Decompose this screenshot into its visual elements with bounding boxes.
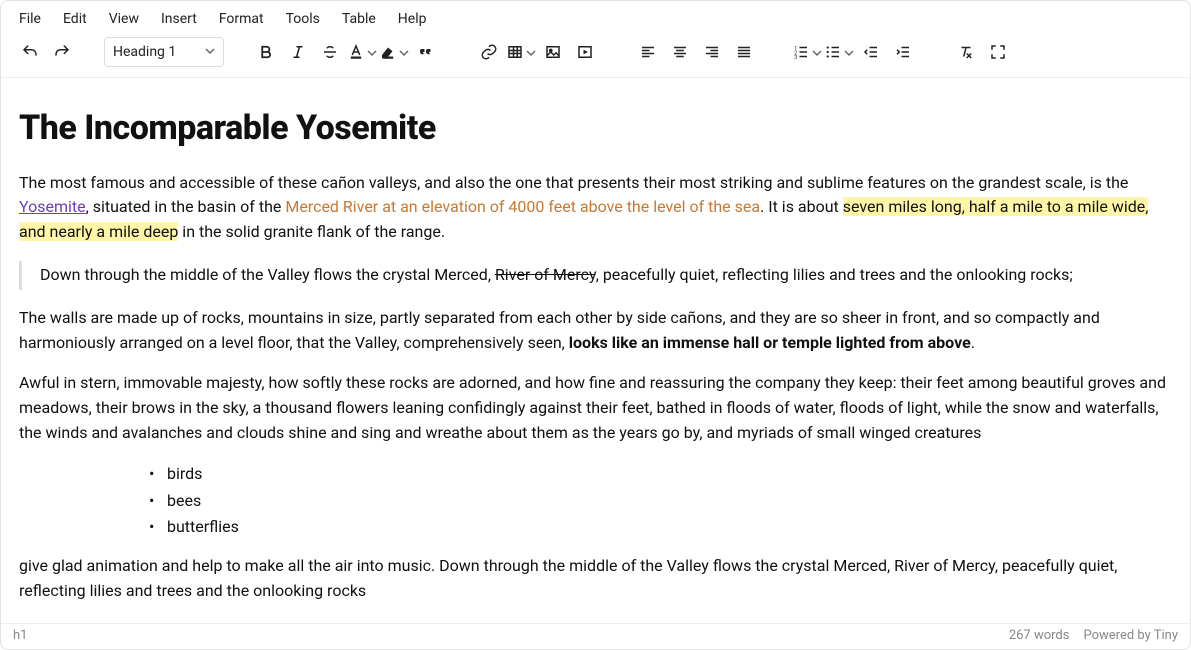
chevron-down-icon xyxy=(367,43,377,62)
toolbar: Heading 1 xyxy=(1,33,1190,78)
undo-icon xyxy=(21,43,39,61)
clear-formatting-icon xyxy=(957,43,975,61)
align-right-icon xyxy=(703,43,721,61)
align-center-button[interactable] xyxy=(665,37,695,67)
strikethrough-text: River of Mercy xyxy=(495,265,596,284)
redo-icon xyxy=(53,43,71,61)
menu-edit[interactable]: Edit xyxy=(53,7,97,31)
highlighted-text: seven miles long, half a mile to a mile … xyxy=(843,197,1149,216)
link-yosemite[interactable]: Yosemite xyxy=(19,197,86,216)
ordered-list-icon: 123 xyxy=(792,43,810,61)
list-item: birds xyxy=(139,462,1172,487)
highlighted-text: and nearly a mile deep xyxy=(19,222,178,241)
bold-icon xyxy=(257,43,275,61)
strikethrough-button[interactable] xyxy=(315,37,345,67)
list-item: bees xyxy=(139,489,1172,514)
paragraph: Awful in stern, immovable majesty, how s… xyxy=(19,371,1172,445)
menu-help[interactable]: Help xyxy=(388,7,437,31)
align-right-button[interactable] xyxy=(697,37,727,67)
strikethrough-icon xyxy=(321,43,339,61)
quote-icon xyxy=(417,43,435,61)
page-title: The Incomparable Yosemite xyxy=(19,102,1172,155)
svg-text:3: 3 xyxy=(794,55,797,61)
clear-formatting-button[interactable] xyxy=(951,37,981,67)
paragraph: The walls are made up of rocks, mountain… xyxy=(19,306,1172,356)
block-format-label: Heading 1 xyxy=(113,44,176,60)
outdent-icon xyxy=(862,43,880,61)
align-justify-button[interactable] xyxy=(729,37,759,67)
italic-button[interactable] xyxy=(283,37,313,67)
align-left-icon xyxy=(639,43,657,61)
link-button[interactable] xyxy=(474,37,504,67)
fullscreen-button[interactable] xyxy=(983,37,1013,67)
menu-table[interactable]: Table xyxy=(332,7,386,31)
editor-window: File Edit View Insert Format Tools Table… xyxy=(0,0,1191,650)
block-format-select[interactable]: Heading 1 xyxy=(104,37,224,67)
align-justify-icon xyxy=(735,43,753,61)
indent-icon xyxy=(894,43,912,61)
indent-button[interactable] xyxy=(888,37,918,67)
blockquote: Down through the middle of the Valley fl… xyxy=(19,261,1172,290)
paragraph: The most famous and accessible of these … xyxy=(19,171,1172,245)
outdent-button[interactable] xyxy=(856,37,886,67)
menu-view[interactable]: View xyxy=(99,7,149,31)
highlight-color-button[interactable] xyxy=(379,37,409,67)
chevron-down-icon xyxy=(812,43,822,62)
menu-file[interactable]: File xyxy=(9,7,51,31)
paragraph: give glad animation and help to make all… xyxy=(19,554,1172,604)
colored-text: Merced River at an elevation of 4000 fee… xyxy=(285,197,760,216)
fullscreen-icon xyxy=(989,43,1007,61)
italic-icon xyxy=(289,43,307,61)
media-button[interactable] xyxy=(570,37,600,67)
editor-content[interactable]: The Incomparable Yosemite The most famou… xyxy=(1,78,1190,623)
bullet-list: birds bees butterflies xyxy=(19,462,1172,540)
chevron-down-icon xyxy=(844,43,854,62)
blockquote-button[interactable] xyxy=(411,37,441,67)
bold-button[interactable] xyxy=(251,37,281,67)
menubar: File Edit View Insert Format Tools Table… xyxy=(1,1,1190,33)
chevron-down-icon xyxy=(399,43,409,62)
highlight-icon xyxy=(379,43,397,61)
word-count[interactable]: 267 words xyxy=(1009,628,1070,643)
unordered-list-button[interactable] xyxy=(824,37,854,67)
image-icon xyxy=(544,43,562,61)
text-color-icon xyxy=(347,43,365,61)
table-icon xyxy=(506,43,524,61)
menu-tools[interactable]: Tools xyxy=(276,7,330,31)
element-path[interactable]: h1 xyxy=(13,628,27,643)
menu-insert[interactable]: Insert xyxy=(151,7,207,31)
branding[interactable]: Powered by Tiny xyxy=(1083,628,1178,643)
statusbar: h1 267 words Powered by Tiny xyxy=(1,623,1190,649)
chevron-down-icon xyxy=(526,43,536,62)
ordered-list-button[interactable]: 123 xyxy=(792,37,822,67)
align-left-button[interactable] xyxy=(633,37,663,67)
unordered-list-icon xyxy=(824,43,842,61)
chevron-down-icon xyxy=(205,44,215,60)
image-button[interactable] xyxy=(538,37,568,67)
menu-format[interactable]: Format xyxy=(209,7,274,31)
align-center-icon xyxy=(671,43,689,61)
bold-text: looks like an immense hall or temple lig… xyxy=(569,333,971,352)
undo-button[interactable] xyxy=(15,37,45,67)
text-color-button[interactable] xyxy=(347,37,377,67)
link-icon xyxy=(480,43,498,61)
list-item: butterflies xyxy=(139,515,1172,540)
media-icon xyxy=(576,43,594,61)
table-button[interactable] xyxy=(506,37,536,67)
redo-button[interactable] xyxy=(47,37,77,67)
